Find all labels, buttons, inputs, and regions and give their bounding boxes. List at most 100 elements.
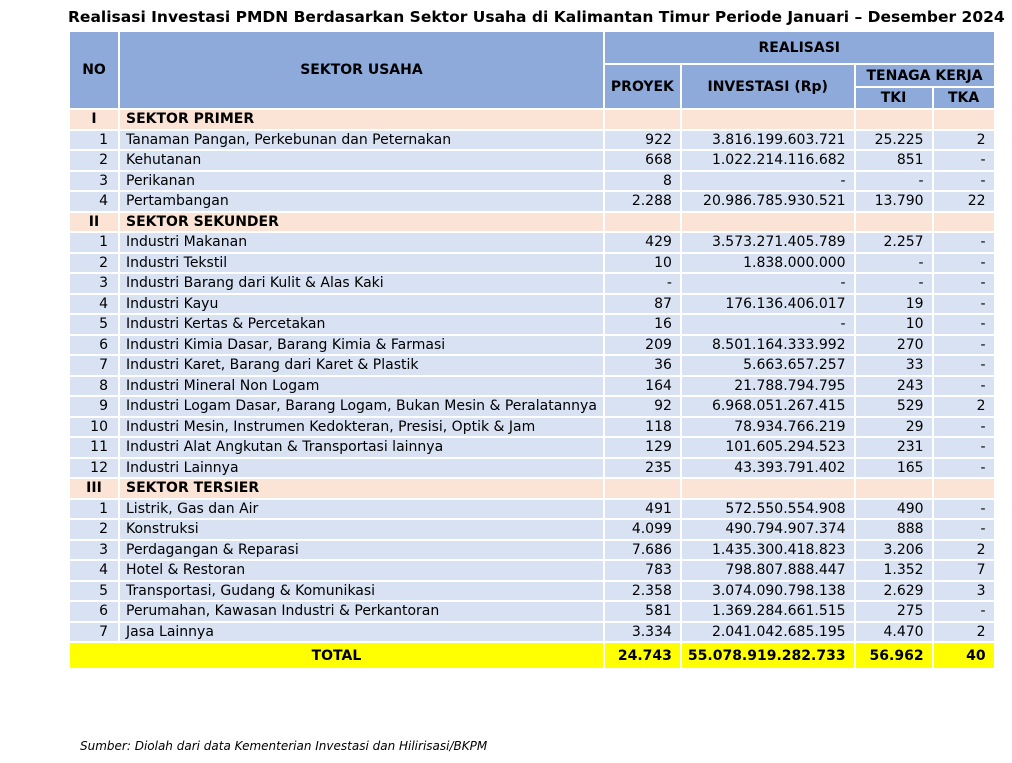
tka-value: 7 xyxy=(931,559,996,582)
proyek-value: 783 xyxy=(602,559,682,582)
sector-name: Konstruksi xyxy=(118,518,605,541)
investasi-value: 1.838.000.000 xyxy=(679,251,856,274)
proyek-value: 87 xyxy=(602,292,682,315)
tki-value: 33 xyxy=(853,354,934,377)
investasi-value: 8.501.164.333.992 xyxy=(679,333,856,356)
tki-value: 13.790 xyxy=(853,190,934,213)
section-name: SEKTOR TERSIER xyxy=(118,477,605,500)
sector-name: Listrik, Gas dan Air xyxy=(118,497,605,520)
row-number: 4 xyxy=(68,190,120,213)
row-number: 1 xyxy=(68,231,120,254)
proyek-value: 429 xyxy=(602,231,682,254)
sector-name: Industri Barang dari Kulit & Alas Kaki xyxy=(118,272,605,295)
tka-value: - xyxy=(931,169,996,192)
tki-value: 529 xyxy=(853,395,934,418)
section-number: I xyxy=(68,108,120,131)
proyek-value: 4.099 xyxy=(602,518,682,541)
table-row: 2 Konstruksi 4.099 490.794.907.374 888- xyxy=(68,518,996,541)
row-number: 1 xyxy=(68,128,120,151)
investasi-value: 1.022.214.116.682 xyxy=(679,149,856,172)
table-body: I SEKTOR PRIMER 1 Tanaman Pangan, Perkebuna… xyxy=(68,108,996,643)
table-row: 3 Industri Barang dari Kulit & Alas Kaki -… xyxy=(68,272,996,295)
investasi-value: 78.934.766.219 xyxy=(679,415,856,438)
tka-value: 2 xyxy=(931,538,996,561)
tki-value: 2.257 xyxy=(853,231,934,254)
total-label: TOTAL xyxy=(68,641,605,670)
tki-value: 888 xyxy=(853,518,934,541)
investasi-value: 5.663.657.257 xyxy=(679,354,856,377)
tki-value: 19 xyxy=(853,292,934,315)
sector-name: Perdagangan & Reparasi xyxy=(118,538,605,561)
sector-name: Industri Mineral Non Logam xyxy=(118,374,605,397)
table-row: 3 Perikanan 8- - - xyxy=(68,169,996,192)
tka-value: 2 xyxy=(931,395,996,418)
tki-value: 1.352 xyxy=(853,559,934,582)
table-row: 5 Transportasi, Gudang & Komunikasi 2.358 3… xyxy=(68,579,996,602)
row-number: 6 xyxy=(68,600,120,623)
table-row: 1 Industri Makanan 429 3.573.271.405.789 2.2… xyxy=(68,231,996,254)
section-name: SEKTOR SEKUNDER xyxy=(118,210,605,233)
tka-value: - xyxy=(931,292,996,315)
table-row: 9 Industri Logam Dasar, Barang Logam, Buk… xyxy=(68,395,996,418)
tka-value: - xyxy=(931,333,996,356)
table-row: 4 Industri Kayu 87 176.136.406.017 19- xyxy=(68,292,996,315)
table-row: 11 Industri Alat Angkutan & Transportasi … xyxy=(68,436,996,459)
table-row: 8 Industri Mineral Non Logam 164 21.788.794… xyxy=(68,374,996,397)
investasi-value: 1.369.284.661.515 xyxy=(679,600,856,623)
investasi-value: 3.573.271.405.789 xyxy=(679,231,856,254)
sector-name: Hotel & Restoran xyxy=(118,559,605,582)
sector-name: Industri Tekstil xyxy=(118,251,605,274)
investasi-value: - xyxy=(679,313,856,336)
total-tka: 40 xyxy=(931,641,996,670)
investasi-value: 20.986.785.930.521 xyxy=(679,190,856,213)
table-row: 2 Kehutanan 668 1.022.214.116.682 851- xyxy=(68,149,996,172)
table-title: Realisasi Investasi PMDN Berdasarkan Sek… xyxy=(68,8,1005,26)
row-number: 10 xyxy=(68,415,120,438)
tka-value: - xyxy=(931,518,996,541)
tki-value: 270 xyxy=(853,333,934,356)
section-number: III xyxy=(68,477,120,500)
row-number: 4 xyxy=(68,559,120,582)
sector-name: Industri Lainnya xyxy=(118,456,605,479)
tki-value: 4.470 xyxy=(853,620,934,643)
tka-value: - xyxy=(931,600,996,623)
empty-cell xyxy=(853,108,934,131)
header-realisasi: REALISASI xyxy=(602,30,996,65)
tka-value: - xyxy=(931,251,996,274)
sector-name: Industri Kayu xyxy=(118,292,605,315)
proyek-value: 668 xyxy=(602,149,682,172)
header-no: NO xyxy=(68,30,120,110)
table-row: 12 Industri Lainnya 235 43.393.791.402 165- xyxy=(68,456,996,479)
table-row: 4 Hotel & Restoran 783 798.807.888.447 1.352… xyxy=(68,559,996,582)
section-row: II SEKTOR SEKUNDER xyxy=(68,210,996,233)
proyek-value: 92 xyxy=(602,395,682,418)
tka-value: - xyxy=(931,374,996,397)
table-row: 1 Tanaman Pangan, Perkebunan dan Peternak… xyxy=(68,128,996,151)
proyek-value: 10 xyxy=(602,251,682,274)
investasi-value: 572.550.554.908 xyxy=(679,497,856,520)
tki-value: 10 xyxy=(853,313,934,336)
investasi-value: 21.788.794.795 xyxy=(679,374,856,397)
row-number: 1 xyxy=(68,497,120,520)
table-row: 6 Perumahan, Kawasan Industri & Perkantor… xyxy=(68,600,996,623)
sector-name: Industri Kertas & Percetakan xyxy=(118,313,605,336)
tki-value: 231 xyxy=(853,436,934,459)
table-row: 2 Industri Tekstil 10 1.838.000.000- - xyxy=(68,251,996,274)
sector-name: Industri Logam Dasar, Barang Logam, Buka… xyxy=(118,395,605,418)
tki-value: 165 xyxy=(853,456,934,479)
total-investasi: 55.078.919.282.733 xyxy=(679,641,856,670)
header-tenaga-kerja: TENAGA KERJA xyxy=(853,63,996,88)
row-number: 6 xyxy=(68,333,120,356)
total-tki: 56.962 xyxy=(853,641,934,670)
row-number: 2 xyxy=(68,149,120,172)
proyek-value: 2.358 xyxy=(602,579,682,602)
proyek-value: 8 xyxy=(602,169,682,192)
row-number: 3 xyxy=(68,272,120,295)
sector-name: Industri Mesin, Instrumen Kedokteran, Pr… xyxy=(118,415,605,438)
tka-value: - xyxy=(931,456,996,479)
investasi-value: 43.393.791.402 xyxy=(679,456,856,479)
row-number: 2 xyxy=(68,518,120,541)
proyek-value: 922 xyxy=(602,128,682,151)
investasi-value: 176.136.406.017 xyxy=(679,292,856,315)
tki-value: 490 xyxy=(853,497,934,520)
